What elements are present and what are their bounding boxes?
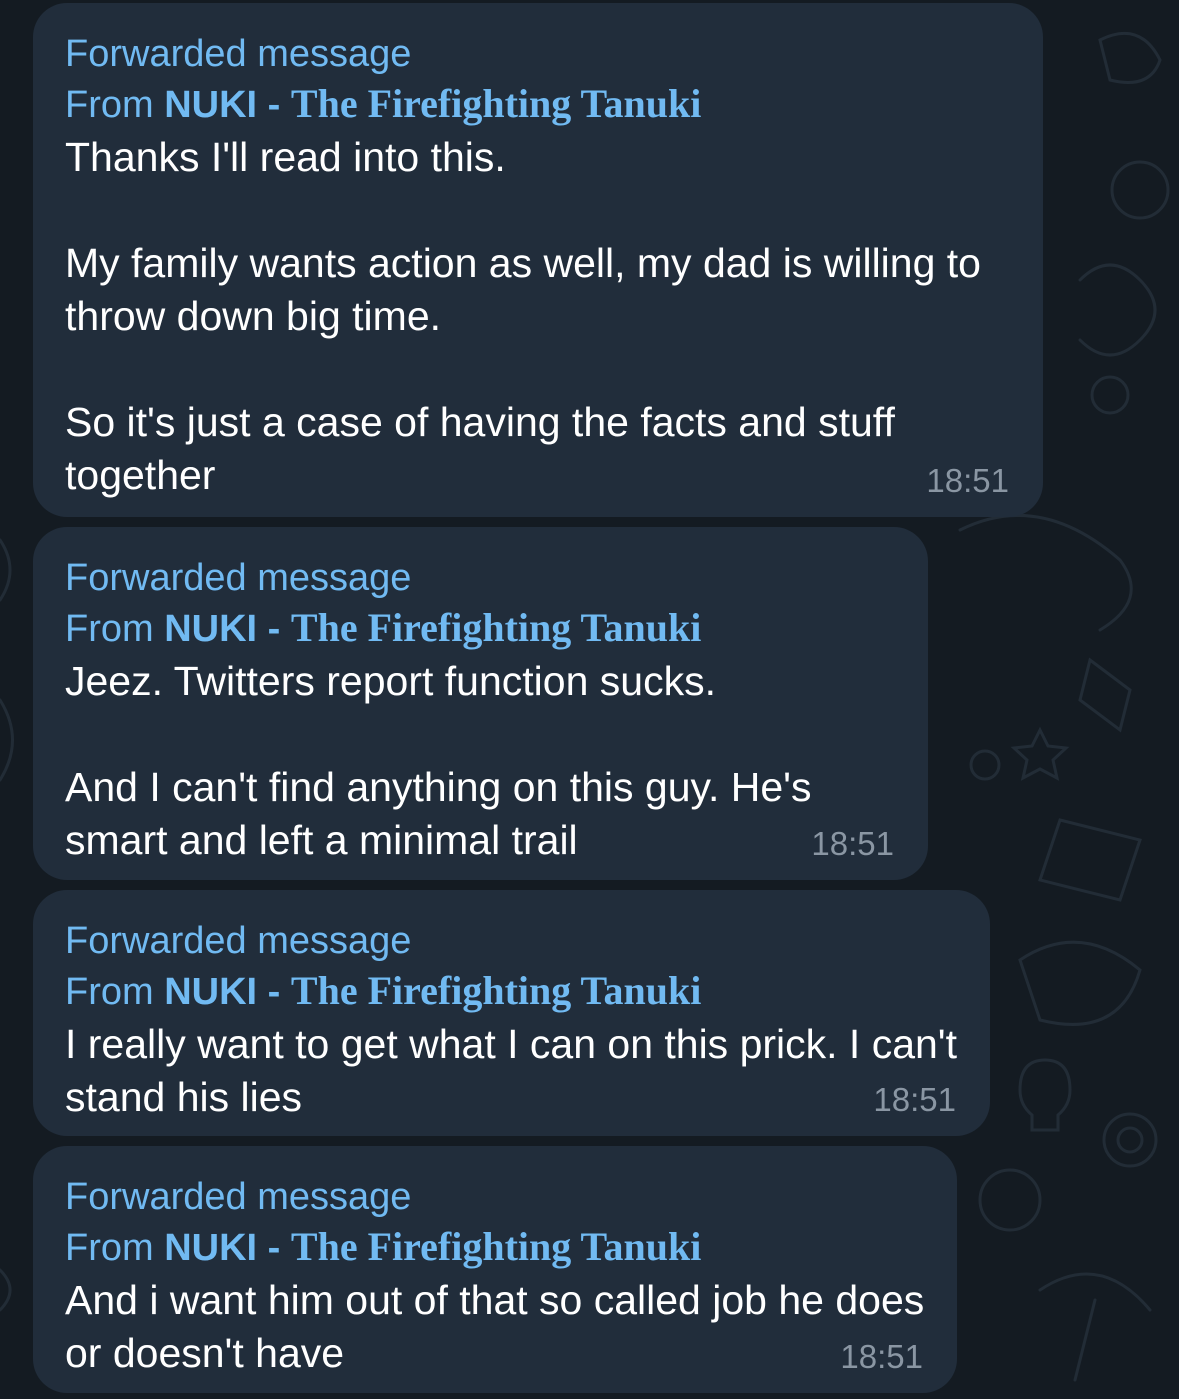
sender-short-name: NUKI (164, 608, 258, 650)
forward-sender-link[interactable]: NUKI - The Firefighting Tanuki (164, 1224, 702, 1269)
sender-separator: - (257, 84, 291, 126)
message-text: Jeez. Twitters report function sucks. An… (65, 658, 812, 863)
sender-channel-name: The Firefighting Tanuki (290, 1224, 702, 1269)
forward-sender-link[interactable]: NUKI - The Firefighting Tanuki (164, 968, 702, 1013)
message-time: 18:51 (926, 462, 1009, 499)
message-time: 18:51 (811, 825, 894, 862)
from-prefix: From (65, 84, 154, 126)
forward-sender-link[interactable]: NUKI - The Firefighting Tanuki (164, 81, 702, 126)
forwarded-label: Forwarded message (65, 557, 412, 599)
sender-channel-name: The Firefighting Tanuki (290, 605, 702, 650)
forwarded-from-line: From NUKI - The Firefighting Tanuki (65, 604, 896, 653)
forwarded-from-line: From NUKI - The Firefighting Tanuki (65, 80, 1011, 129)
sender-short-name: NUKI (164, 84, 258, 126)
message-bubble[interactable]: Forwarded message From NUKI - The Firefi… (33, 3, 1043, 517)
message-text: And i want him out of that so called job… (65, 1277, 936, 1376)
message-bubble[interactable]: Forwarded message From NUKI - The Firefi… (33, 1146, 957, 1393)
forward-sender-link[interactable]: NUKI - The Firefighting Tanuki (164, 605, 702, 650)
message-bubble[interactable]: Forwarded message From NUKI - The Firefi… (33, 890, 990, 1136)
sender-short-name: NUKI (164, 1227, 258, 1269)
forwarded-label: Forwarded message (65, 1176, 412, 1218)
message-text: I really want to get what I can on this … (65, 1021, 969, 1120)
forwarded-from-line: From NUKI - The Firefighting Tanuki (65, 1223, 925, 1272)
from-prefix: From (65, 1227, 154, 1269)
forwarded-from-line: From NUKI - The Firefighting Tanuki (65, 967, 958, 1016)
sender-channel-name: The Firefighting Tanuki (290, 81, 702, 126)
sender-separator: - (257, 608, 291, 650)
forwarded-label: Forwarded message (65, 33, 412, 75)
sender-short-name: NUKI (164, 971, 258, 1013)
message-time: 18:51 (840, 1338, 923, 1375)
message-text: Thanks I'll read into this. My family wa… (65, 134, 981, 498)
from-prefix: From (65, 608, 154, 650)
sender-channel-name: The Firefighting Tanuki (290, 968, 702, 1013)
sender-separator: - (257, 971, 291, 1013)
message-time: 18:51 (873, 1081, 956, 1118)
message-bubble[interactable]: Forwarded message From NUKI - The Firefi… (33, 527, 928, 880)
forwarded-label: Forwarded message (65, 920, 412, 962)
from-prefix: From (65, 971, 154, 1013)
sender-separator: - (257, 1227, 291, 1269)
